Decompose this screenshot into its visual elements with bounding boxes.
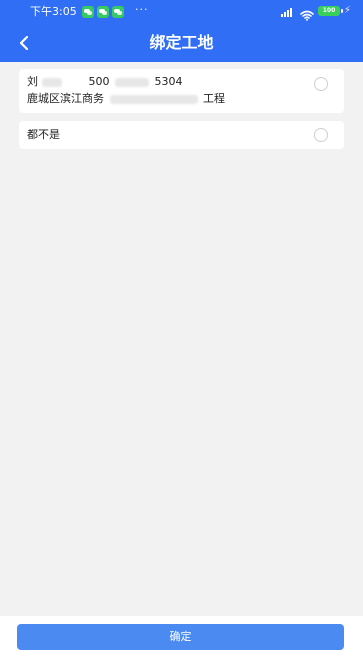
status-time: 下午3:05 — [30, 5, 77, 18]
wechat-icon — [112, 6, 124, 18]
none-option-radio[interactable] — [314, 128, 328, 142]
site-option[interactable]: 刘 500 5304 鹿城区滨江商务 工程 — [19, 69, 344, 113]
signal-icon — [281, 8, 295, 17]
id-suffix: 5304 — [154, 75, 183, 88]
notification-icons — [82, 6, 124, 18]
redacted-address — [109, 94, 198, 104]
signal-bar — [290, 8, 292, 17]
wechat-icon — [82, 6, 94, 18]
page-title: 绑定工地 — [149, 33, 214, 52]
wechat-icon — [97, 6, 109, 18]
address-suffix: 工程 — [203, 92, 225, 105]
battery-icon: 100 — [318, 6, 343, 16]
status-more-dots: ··· — [135, 3, 149, 16]
owner-name-prefix: 刘 — [27, 75, 38, 88]
signal-bar — [287, 10, 289, 17]
charging-icon: ⚡ — [344, 5, 352, 16]
site-option-address-line: 鹿城区滨江商务 工程 — [27, 93, 225, 105]
redacted-name — [41, 77, 62, 87]
none-option[interactable]: 都不是 — [19, 121, 344, 149]
site-option-owner-line: 刘 500 5304 — [27, 76, 183, 88]
wifi-icon — [300, 6, 314, 21]
site-option-radio[interactable] — [314, 77, 328, 91]
wifi-svg — [300, 10, 314, 21]
none-option-label: 都不是 — [27, 128, 60, 141]
confirm-button[interactable]: 确定 — [17, 624, 344, 650]
redacted-id — [115, 77, 149, 87]
id-prefix: 500 — [88, 75, 110, 88]
signal-bar — [281, 14, 283, 17]
signal-bar — [284, 12, 286, 17]
address-prefix: 鹿城区滨江商务 — [27, 92, 104, 105]
status-bar: 下午3:05 ··· 100 ⚡ — [0, 0, 363, 24]
nav-bar: 绑定工地 — [0, 24, 363, 62]
header: 下午3:05 ··· 100 ⚡ 绑定工地 — [0, 0, 363, 62]
